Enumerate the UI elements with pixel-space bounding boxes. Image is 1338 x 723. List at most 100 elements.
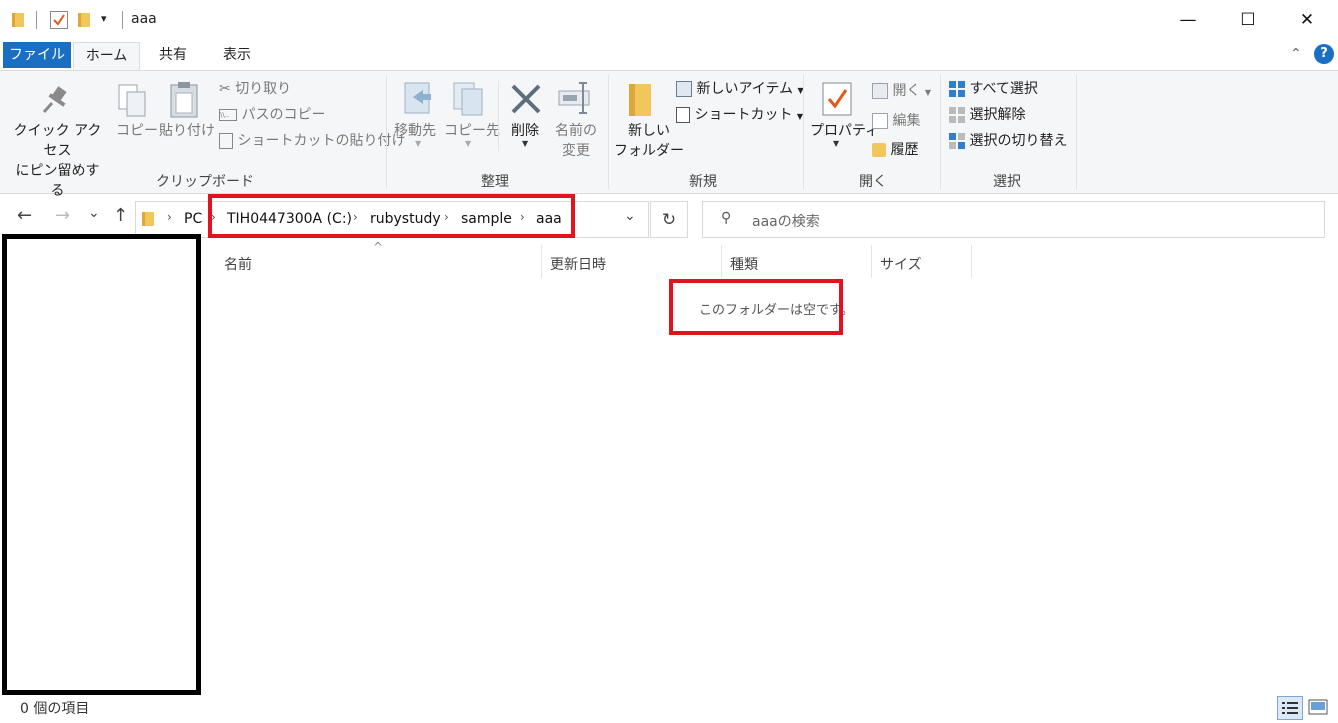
help-icon[interactable]: ? [1314,44,1334,64]
forward-button[interactable]: → [55,205,70,226]
group-divider [1076,75,1077,189]
folder-icon [142,212,154,226]
new-folder-label-line1: 新しい [628,123,670,139]
open-group-label: 開く [859,174,887,190]
rename-label-line1: 名前の [555,123,597,139]
maximize-button[interactable]: ☐ [1225,0,1271,40]
select-none-icon [949,107,965,123]
column-header-type[interactable]: 種類 [730,254,758,274]
tab-home[interactable]: ホーム [73,42,140,71]
back-button[interactable]: ← [17,205,32,226]
ribbon-tabs: ファイル ホーム 共有 表示 ⌃ ? [0,40,1338,71]
shortcut-button[interactable]: ショートカット ▼ [676,105,803,127]
large-icons-view-icon [1308,699,1328,715]
chevron-down-icon: ▼ [833,139,840,148]
new-folder-button[interactable]: 新しい フォルダー [614,121,684,161]
toolbar-divider [36,11,37,29]
column-divider[interactable] [871,245,872,278]
quick-access-dropdown-icon[interactable]: ▾ [101,12,107,25]
history-button[interactable]: 履歴 [872,140,918,160]
delete-button[interactable]: 削除 [511,121,539,141]
group-divider [386,75,387,189]
button-divider [498,81,499,151]
chevron-down-icon: ▼ [522,139,529,148]
sort-indicator-icon: ^ [373,240,384,254]
edit-icon [872,113,888,129]
copy-path-label: パスのコピー [241,107,326,123]
invert-selection-button[interactable]: 選択の切り替え [949,131,1067,151]
copy-path-icon: \\.. [219,109,237,121]
tab-share[interactable]: 共有 [142,40,204,70]
copy-to-icon [452,81,486,121]
properties-quick-icon[interactable] [50,11,68,29]
move-to-icon [401,81,435,121]
shortcut-label: ショートカット [694,107,793,123]
title-divider [122,11,123,29]
clipboard-group-label: クリップボード [156,174,254,190]
column-header-date[interactable]: 更新日時 [550,254,606,274]
select-all-button[interactable]: すべて選択 [949,79,1038,99]
tab-view[interactable]: 表示 [206,40,268,70]
new-group-label: 新規 [689,174,717,190]
chevron-down-icon: ▼ [415,139,422,148]
search-placeholder: aaaの検索 [752,214,820,230]
close-button[interactable]: ✕ [1284,0,1330,40]
move-to-button[interactable]: 移動先 [394,121,436,141]
column-header-size[interactable]: サイズ [880,254,922,274]
copy-path-button[interactable]: \\.. パスのコピー [219,105,325,125]
paste-shortcut-button[interactable]: ショートカットの貼り付け [219,131,405,151]
pin-to-quick-access-button[interactable]: クイック アクセス にピン留めする [10,121,105,201]
select-none-button[interactable]: 選択解除 [949,105,1025,125]
cut-button[interactable]: ✂ 切り取り [219,79,291,99]
copy-icon [117,83,149,123]
cut-label: 切り取り [235,81,292,97]
pin-label-line2: にピン留めする [15,163,100,199]
new-folder-icon [626,81,656,123]
paste-button[interactable]: 貼り付け [159,121,215,141]
search-box[interactable]: ⚲ aaaの検索 [702,201,1325,238]
scissors-icon: ✂ [219,81,231,97]
breadcrumb-pc[interactable]: PC [184,211,202,227]
address-dropdown-icon[interactable]: ⌄ [624,208,636,224]
status-item-count: 0 個の項目 [20,701,90,717]
up-button[interactable]: ↑ [113,205,128,226]
column-header-name[interactable]: 名前 [224,254,252,274]
copy-to-button[interactable]: コピー先 [444,121,500,141]
invert-selection-label: 選択の切り替え [969,133,1068,149]
properties-button[interactable]: プロパティ [810,121,879,141]
paste-shortcut-icon [219,133,233,149]
new-folder-quick-icon[interactable] [78,13,90,27]
chevron-right-icon[interactable]: › [167,210,172,224]
chevron-down-icon: ▼ [465,139,472,148]
shortcut-icon [676,107,690,123]
open-button[interactable]: 開く ▼ [872,81,931,103]
column-divider[interactable] [541,245,542,278]
column-divider[interactable] [971,245,972,278]
folder-icon [12,13,24,27]
tab-file[interactable]: ファイル [3,42,71,68]
open-label: 開く [892,83,921,99]
chevron-down-icon: ▼ [924,88,932,97]
copy-button[interactable]: コピー [116,121,158,141]
minimize-button[interactable]: — [1165,0,1211,40]
edit-button[interactable]: 編集 [872,111,920,131]
large-icons-view-button[interactable] [1306,696,1332,720]
rename-label-line2: 変更 [562,143,590,159]
collapse-ribbon-icon[interactable]: ⌃ [1290,46,1302,62]
group-divider [940,75,941,189]
empty-message-highlight-box [669,279,843,335]
rename-button[interactable]: 名前の 変更 [555,121,597,161]
details-view-button[interactable] [1277,696,1303,720]
refresh-button[interactable]: ↻ [650,201,688,238]
recent-locations-button[interactable]: ⌄ [88,205,100,221]
ribbon: クイック アクセス にピン留めする コピー 貼り付け ✂ 切り取り \\.. パ… [0,70,1338,199]
new-item-label: 新しいアイテム [696,81,794,97]
select-none-label: 選択解除 [969,107,1026,123]
new-folder-label-line2: フォルダー [614,143,684,159]
column-divider[interactable] [721,245,722,278]
navigation-pane[interactable] [2,234,201,695]
edit-label: 編集 [892,113,921,129]
invert-selection-icon [949,133,965,149]
paste-shortcut-label: ショートカットの貼り付け [237,133,406,149]
new-item-button[interactable]: 新しいアイテム ▼ [676,79,804,101]
